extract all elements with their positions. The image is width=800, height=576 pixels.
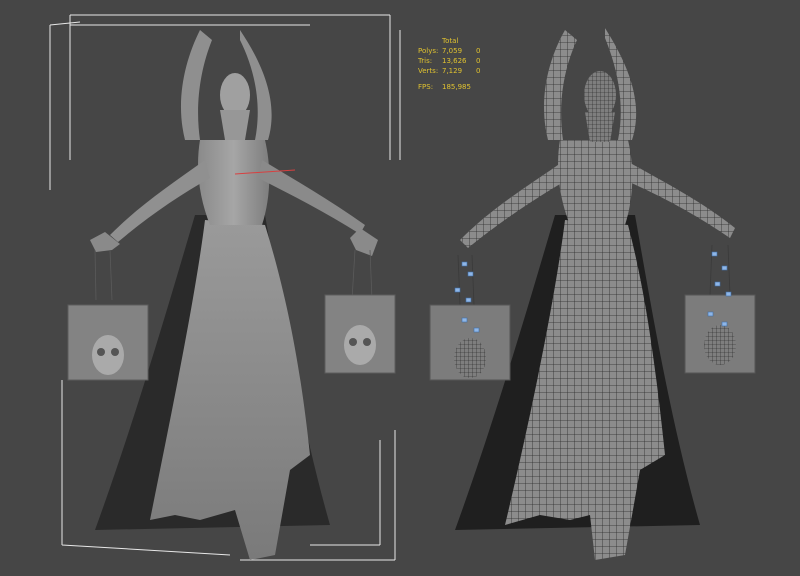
scene-render (49, 14, 756, 561)
stats-label: Tris: (418, 57, 433, 65)
shaded-model[interactable] (49, 14, 401, 561)
stats-selected: 0 (476, 47, 481, 55)
stats-row-polys: Polys: 7,059 0 (418, 46, 496, 56)
stats-label: Polys: (418, 47, 439, 55)
stats-selected: 0 (476, 67, 481, 75)
stats-total: 7,129 (442, 67, 463, 75)
fps-value: 185,985 (442, 83, 471, 91)
stats-row-verts: Verts: 7,129 0 (418, 66, 496, 76)
viewport-statistics: Total Polys: 7,059 0 Tris: 13,626 0 Vert… (418, 36, 496, 92)
stats-total: 13,626 (442, 57, 467, 65)
fps-label: FPS: (418, 83, 434, 91)
wireframe-model[interactable] (429, 28, 756, 560)
stats-header: Total (442, 37, 459, 45)
stats-selected: 0 (476, 57, 481, 65)
stats-row-fps: FPS: 185,985 (418, 82, 496, 92)
3d-viewport[interactable]: Total Polys: 7,059 0 Tris: 13,626 0 Vert… (0, 0, 800, 576)
stats-label: Verts: (418, 67, 439, 75)
stats-total: 7,059 (442, 47, 463, 55)
stats-row-tris: Tris: 13,626 0 (418, 56, 496, 66)
